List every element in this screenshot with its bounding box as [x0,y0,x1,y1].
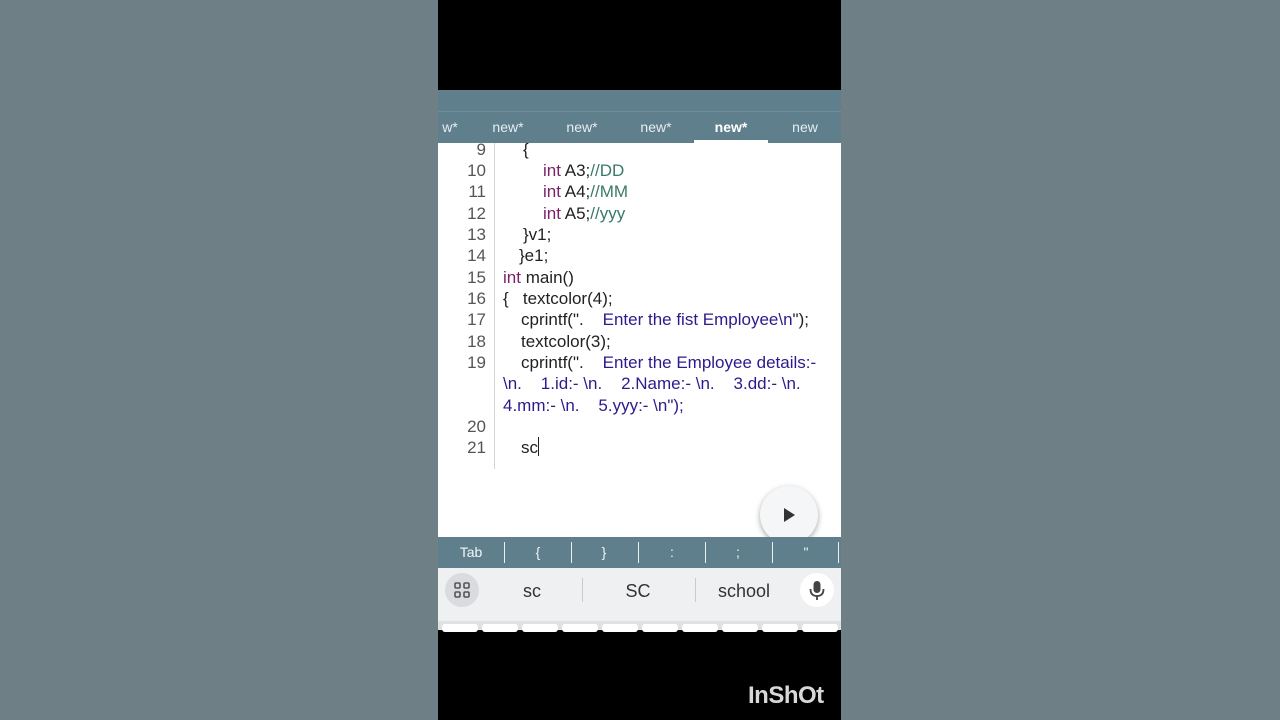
symbol-key-open-brace[interactable]: { [518,537,558,568]
line-number: 17 [467,310,486,329]
keyboard-key[interactable] [682,624,718,632]
keyboard-key[interactable] [642,624,678,632]
suggestion-3[interactable]: school [704,568,784,614]
line-number: 9 [476,143,486,159]
tab-file-1[interactable]: w* [438,112,462,143]
play-icon [784,508,795,522]
code-line-19: cprintf(". Enter the Employee details:- [521,353,817,372]
divider [638,542,639,563]
keyboard-key[interactable] [722,624,758,632]
tab-file-2[interactable]: new* [478,112,538,143]
keyboard-menu-button[interactable] [445,573,479,607]
tab-file-4[interactable]: new* [626,112,686,143]
code-line-10: int A3;//DD [543,161,625,180]
line-number: 19 [467,353,486,372]
symbol-key-semicolon[interactable]: ; [718,537,758,568]
code-line-13: }v1; [523,225,552,244]
file-tabs: w* new* new* new* new* new [438,111,841,144]
line-number: 18 [467,332,486,351]
keyboard-key[interactable] [762,624,798,632]
status-bar [438,90,841,111]
grid-icon [454,582,470,598]
divider [838,542,839,563]
symbol-key-close-brace[interactable]: } [584,537,624,568]
keyboard-suggestion-bar: sc SC school [438,568,841,621]
code-line-19-wrap-2: 4.mm:- \n. 5.yyy:- \n"); [503,396,684,415]
code-line-14: }e1; [519,246,549,265]
code-line-21: sc [521,437,539,457]
tab-file-3[interactable]: new* [552,112,612,143]
symbol-key-tab[interactable]: Tab [450,537,492,568]
voice-input-button[interactable] [800,573,834,607]
divider [772,542,773,563]
microphone-icon [809,581,825,600]
line-number: 11 [468,182,486,201]
code-editor[interactable]: 9 10 11 12 13 14 15 16 17 18 19 20 21 { … [438,143,841,537]
code-line-9: { [523,143,529,159]
code-line-19-wrap-1: \n. 1.id:- \n. 2.Name:- \n. 3.dd:- \n. [503,374,801,393]
divider [705,542,706,563]
symbol-key-colon[interactable]: : [652,537,692,568]
line-number: 13 [467,225,486,244]
symbol-bar: Tab { } : ; " [438,537,841,568]
divider [695,578,696,602]
code-line-17: cprintf(". Enter the fist Employee\n"); [521,310,809,329]
keyboard-key[interactable] [802,624,838,632]
line-number: 15 [467,268,486,287]
divider [571,542,572,563]
line-number: 12 [467,204,486,223]
code-line-11: int A4;//MM [543,182,629,201]
keyboard-key[interactable] [522,624,558,632]
keyboard-key[interactable] [442,624,478,632]
keyboard-key[interactable] [602,624,638,632]
tab-file-6[interactable]: new [778,112,832,143]
keyboard-key[interactable] [482,624,518,632]
keyboard-keys-row [438,621,841,632]
suggestion-2[interactable]: SC [598,568,678,614]
phone-screen: w* new* new* new* new* new 9 10 11 12 13… [438,0,841,720]
line-number: 16 [467,289,486,308]
tab-file-active[interactable]: new* [694,112,768,143]
inshot-watermark: InShOt [748,682,824,709]
divider [582,578,583,602]
code-line-12: int A5;//yyy [543,204,626,223]
line-number: 10 [467,161,486,180]
code-line-16: { textcolor(4); [503,289,613,308]
symbol-key-quote[interactable]: " [786,537,826,568]
line-number: 14 [467,246,486,265]
keyboard-key[interactable] [562,624,598,632]
text-cursor [538,437,539,456]
gutter-divider [494,143,495,469]
line-number: 21 [467,438,486,457]
suggestion-1[interactable]: sc [492,568,572,614]
code-line-18: textcolor(3); [521,332,611,351]
code-line-15: int main() [503,268,574,287]
run-button[interactable] [760,486,818,544]
line-number: 20 [467,417,486,436]
divider [504,542,505,563]
